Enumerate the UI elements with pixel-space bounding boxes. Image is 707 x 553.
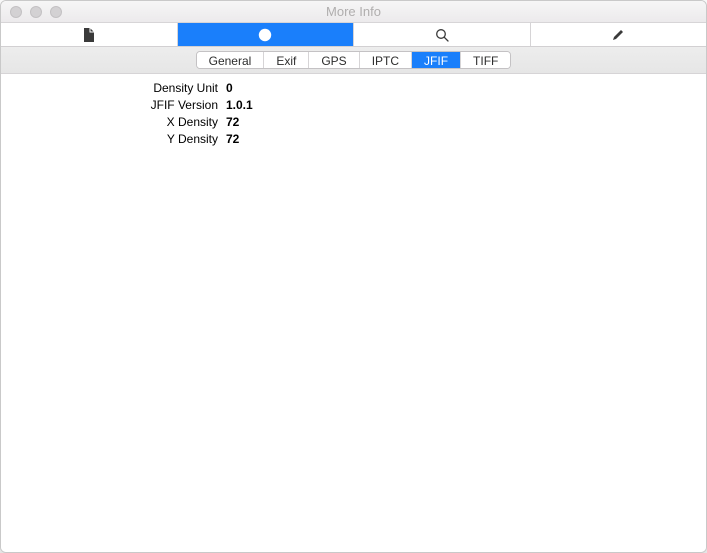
metadata-tab-label: JFIF xyxy=(424,54,448,68)
metadata-tab-gps[interactable]: GPS xyxy=(309,52,359,69)
window-controls xyxy=(1,6,62,18)
titlebar: More Info xyxy=(1,1,706,23)
property-label: X Density xyxy=(1,115,226,129)
property-label: Density Unit xyxy=(1,81,226,95)
metadata-tab-tiff[interactable]: TIFF xyxy=(461,52,510,69)
edit-icon xyxy=(611,28,625,42)
metadata-tab-label: General xyxy=(209,54,252,68)
property-row: X Density72 xyxy=(1,115,706,132)
info-tab[interactable] xyxy=(178,23,355,46)
main-toolbar xyxy=(1,23,706,47)
properties-area: Density Unit0JFIF Version1.0.1X Density7… xyxy=(1,74,706,552)
metadata-tab-label: GPS xyxy=(321,54,346,68)
metadata-tab-general[interactable]: General xyxy=(197,52,265,69)
window-title: More Info xyxy=(1,4,706,19)
metadata-tab-label: IPTC xyxy=(372,54,399,68)
property-value: 0 xyxy=(226,81,233,95)
metadata-tab-bar: General Exif GPS IPTC JFIF TIFF xyxy=(1,47,706,74)
metadata-tab-label: TIFF xyxy=(473,54,498,68)
search-tab[interactable] xyxy=(354,23,531,46)
edit-tab[interactable] xyxy=(531,23,707,46)
property-row: JFIF Version1.0.1 xyxy=(1,98,706,115)
property-value: 72 xyxy=(226,115,239,129)
property-label: JFIF Version xyxy=(1,98,226,112)
more-info-window: More Info General Exif GPS IPTC JFIF TIFF Den… xyxy=(0,0,707,553)
metadata-tab-exif[interactable]: Exif xyxy=(264,52,309,69)
metadata-tab-jfif[interactable]: JFIF xyxy=(412,52,461,69)
property-label: Y Density xyxy=(1,132,226,146)
property-row: Y Density72 xyxy=(1,132,706,149)
file-icon xyxy=(83,28,95,42)
file-tab[interactable] xyxy=(1,23,178,46)
info-icon xyxy=(258,28,272,42)
close-window-button[interactable] xyxy=(10,6,22,18)
zoom-window-button[interactable] xyxy=(50,6,62,18)
metadata-tab-iptc[interactable]: IPTC xyxy=(360,52,412,69)
metadata-segmented-control: General Exif GPS IPTC JFIF TIFF xyxy=(196,51,512,69)
property-value: 1.0.1 xyxy=(226,98,253,112)
minimize-window-button[interactable] xyxy=(30,6,42,18)
property-row: Density Unit0 xyxy=(1,81,706,98)
property-value: 72 xyxy=(226,132,239,146)
metadata-tab-label: Exif xyxy=(276,54,296,68)
search-icon xyxy=(435,28,449,42)
